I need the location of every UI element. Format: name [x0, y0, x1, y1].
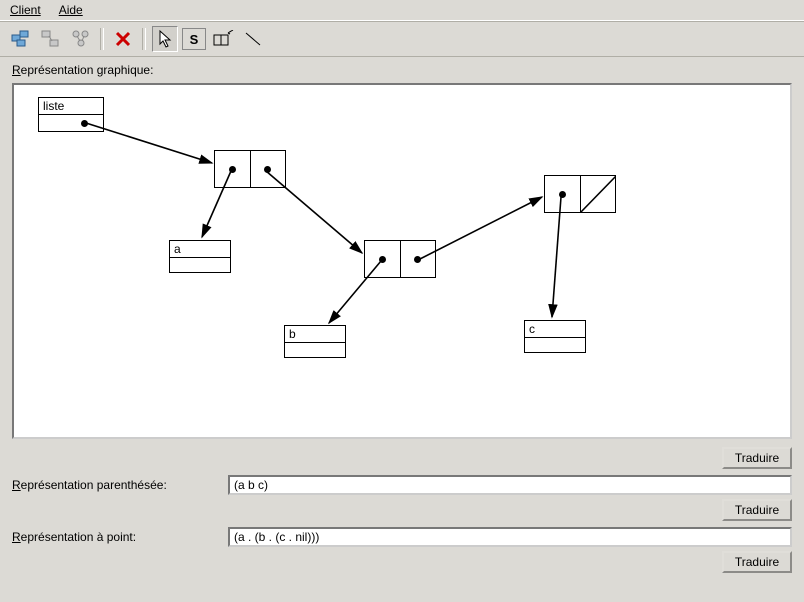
cons1-car-dot: [229, 166, 236, 173]
bottom-area: Traduire Représentation parenthésée: Tra…: [0, 447, 804, 581]
pointer-icon[interactable]: [152, 26, 178, 52]
paren-section-label: Représentation parenthésée:: [12, 478, 222, 492]
point-input[interactable]: [228, 527, 792, 547]
paren-input[interactable]: [228, 475, 792, 495]
menu-aide-label: Aide: [59, 3, 83, 17]
menu-client-label: Client: [10, 3, 41, 17]
unlink-icon[interactable]: [38, 26, 64, 52]
atom-a[interactable]: a: [169, 240, 231, 273]
s-mode-label: S: [190, 32, 199, 47]
newbox-icon[interactable]: [210, 26, 236, 52]
line-icon[interactable]: [240, 26, 266, 52]
cons3-nil: [580, 176, 616, 212]
cons-cell-3[interactable]: [544, 175, 616, 213]
translate-paren-button[interactable]: Traduire: [722, 499, 792, 521]
translate-graph-button[interactable]: Traduire: [722, 447, 792, 469]
root-node[interactable]: liste: [38, 97, 104, 132]
menu-client[interactable]: Client: [6, 2, 45, 18]
cons-cell-2[interactable]: [364, 240, 436, 278]
atom-b[interactable]: b: [284, 325, 346, 358]
cons1-cdr-dot: [264, 166, 271, 173]
graph-section-label: Représentation graphique:: [0, 57, 804, 79]
delete-icon[interactable]: [110, 26, 136, 52]
s-mode-icon[interactable]: S: [182, 28, 206, 50]
point-section-label: Représentation à point:: [12, 530, 222, 544]
cons2-car-dot: [379, 256, 386, 263]
toolbar: S: [0, 21, 804, 57]
cons-cell-1[interactable]: [214, 150, 286, 188]
atom-b-label: b: [285, 326, 345, 343]
tree-icon[interactable]: [68, 26, 94, 52]
toolbar-separator-1: [100, 28, 104, 50]
atom-a-label: a: [170, 241, 230, 258]
atom-c[interactable]: c: [524, 320, 586, 353]
diagram-canvas[interactable]: liste a b: [12, 83, 792, 439]
clients-icon[interactable]: [8, 26, 34, 52]
root-pointer-dot: [81, 120, 88, 127]
menubar: Client Aide: [0, 0, 804, 21]
root-node-label: liste: [39, 98, 103, 115]
cons3-car-dot: [559, 191, 566, 198]
toolbar-separator-2: [142, 28, 146, 50]
menu-aide[interactable]: Aide: [55, 2, 87, 18]
cons2-cdr-dot: [414, 256, 421, 263]
translate-point-button[interactable]: Traduire: [722, 551, 792, 573]
graph-section-text: eprésentation graphique:: [21, 63, 154, 77]
atom-c-label: c: [525, 321, 585, 338]
